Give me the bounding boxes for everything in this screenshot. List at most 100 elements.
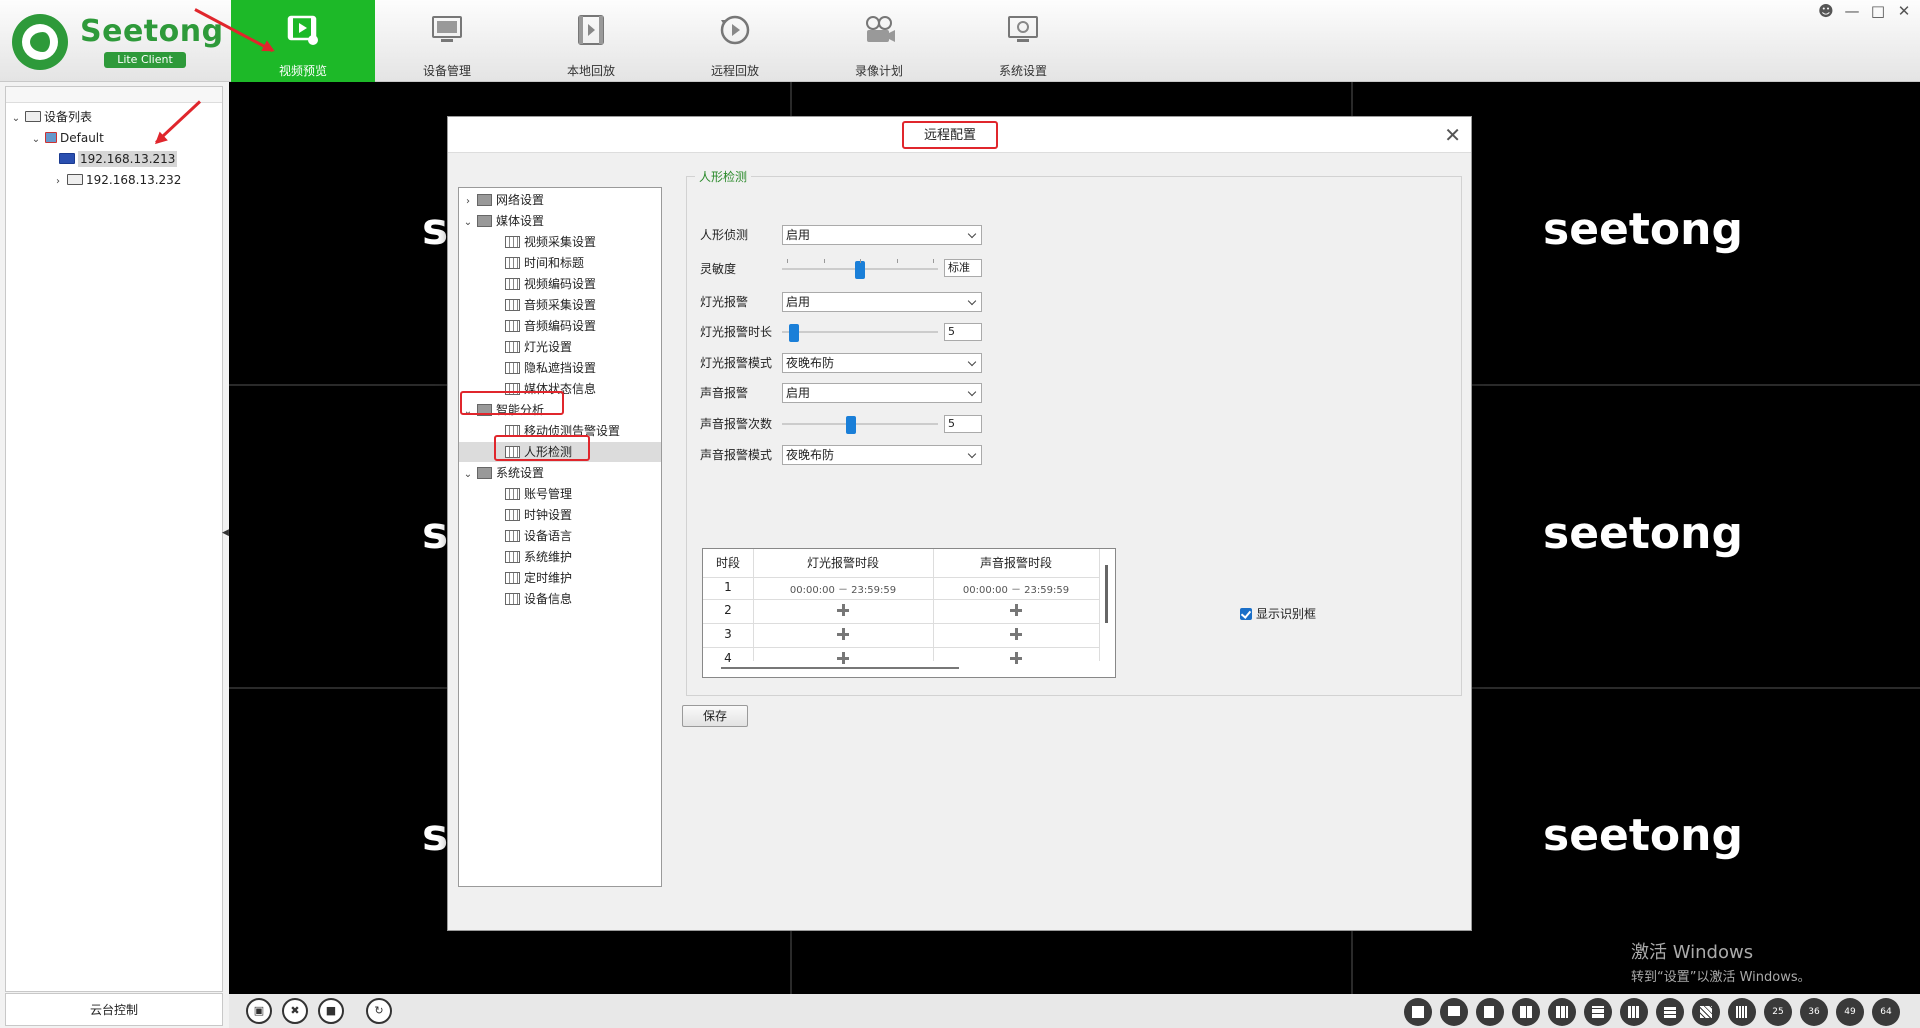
layout-13-icon[interactable] (1692, 998, 1720, 1026)
layout-10-icon[interactable] (1656, 998, 1684, 1026)
sensitivity-slider[interactable] (782, 259, 938, 279)
close-icon[interactable]: ✕ (1894, 2, 1914, 22)
sound-count-value[interactable]: 5 (944, 415, 982, 433)
slider-thumb[interactable] (789, 324, 799, 342)
camera-icon (59, 153, 75, 164)
sound-count-slider[interactable] (782, 414, 938, 434)
human-detect-select[interactable]: 启用 (782, 225, 982, 245)
light-duration-value[interactable]: 5 (944, 323, 982, 341)
light-alarm-select[interactable]: 启用 (782, 292, 982, 312)
nav-record-plan[interactable]: 录像计划 (807, 0, 951, 82)
layout-6-icon[interactable] (1548, 998, 1576, 1026)
config-tree-item[interactable]: 设备信息 (459, 589, 661, 609)
app-logo: Seetong Lite Client (12, 12, 223, 72)
expand-icon[interactable]: › (52, 172, 64, 192)
ptz-control-tab[interactable]: 云台控制 (5, 993, 223, 1026)
layout-49-button[interactable]: 49 (1836, 998, 1864, 1026)
checkbox-checked-icon[interactable] (1240, 608, 1252, 620)
minimize-icon[interactable]: — (1842, 2, 1862, 22)
slider-thumb[interactable] (846, 416, 856, 434)
table-vertical-scrollbar[interactable] (1105, 565, 1108, 623)
config-tree-item[interactable]: 视频采集设置 (459, 232, 661, 252)
tree-group-default[interactable]: ⌄ Default (30, 128, 104, 148)
nav-label: 录像计划 (854, 64, 903, 78)
tree-device-2[interactable]: › 192.168.13.232 (52, 170, 181, 190)
setting-grid-icon (505, 488, 520, 500)
sound-count-label: 声音报警次数 (700, 417, 773, 431)
layout-4-icon[interactable] (1512, 998, 1540, 1026)
refresh-icon[interactable]: ↻ (366, 998, 392, 1024)
add-sound-period-button[interactable] (933, 604, 1099, 619)
layout-9-icon[interactable] (1620, 998, 1648, 1026)
nav-label: 视频预览 (278, 64, 327, 78)
expand-icon[interactable]: › (461, 192, 475, 212)
light-alarm-label: 灯光报警 (700, 295, 749, 309)
light-duration-slider[interactable] (782, 322, 938, 342)
sensitivity-label: 灵敏度 (700, 262, 737, 276)
collapse-handle-icon[interactable]: ◀ (222, 528, 229, 538)
tree-device-1[interactable]: 192.168.13.213 (56, 149, 178, 169)
table-horizontal-scrollbar[interactable] (721, 667, 959, 669)
dialog-title-bar[interactable]: 远程配置 ✕ (448, 117, 1471, 153)
show-detect-box-checkbox[interactable]: 显示识别框 (1240, 606, 1316, 622)
nav-remote-playback[interactable]: 远程回放 (663, 0, 807, 82)
sound-period-cell[interactable]: 00:00:00 － 23:59:59 (933, 581, 1099, 596)
slider-thumb[interactable] (855, 261, 865, 279)
layout-25-button[interactable]: 25 (1764, 998, 1792, 1026)
config-tree-item[interactable]: 音频编码设置 (459, 316, 661, 336)
fit-icon[interactable]: ✖ (282, 998, 308, 1024)
expand-icon[interactable]: ⌄ (461, 465, 475, 485)
config-tree-item[interactable]: ⌄ 系统设置 (461, 463, 661, 483)
layout-2-icon[interactable] (1440, 998, 1468, 1026)
expand-icon[interactable]: ⌄ (461, 213, 475, 233)
config-tree-item[interactable]: 定时维护 (459, 568, 661, 588)
stop-icon[interactable]: ■ (318, 998, 344, 1024)
system-settings-icon (1008, 16, 1038, 42)
nav-system-settings[interactable]: 系统设置 (951, 0, 1095, 82)
light-mode-select[interactable]: 夜晚布防 (782, 353, 982, 373)
layout-16-icon[interactable] (1728, 998, 1756, 1026)
config-tree-item[interactable]: 时钟设置 (459, 505, 661, 525)
setting-grid-icon (505, 236, 520, 248)
activation-line1: 激活 Windows (1631, 942, 1754, 963)
user-icon[interactable]: ☻ (1816, 2, 1836, 22)
setting-grid-icon (505, 593, 520, 605)
add-light-period-button[interactable] (753, 628, 933, 643)
light-period-cell[interactable]: 00:00:00 － 23:59:59 (753, 581, 933, 596)
sensitivity-value[interactable]: 标准 (944, 259, 982, 277)
config-tree-item[interactable]: 设备语言 (459, 526, 661, 546)
layout-36-button[interactable]: 36 (1800, 998, 1828, 1026)
config-tree-item[interactable]: 音频采集设置 (459, 295, 661, 315)
config-tree-item[interactable]: 时间和标题 (459, 253, 661, 273)
expand-icon[interactable]: ⌄ (10, 109, 22, 129)
add-sound-period-button[interactable] (933, 628, 1099, 643)
fullscreen-icon[interactable]: ▣ (246, 998, 272, 1024)
save-button[interactable]: 保存 (682, 705, 748, 727)
config-tree-item[interactable]: 视频编码设置 (459, 274, 661, 294)
add-light-period-button[interactable] (753, 652, 933, 667)
slider-tick (860, 259, 861, 263)
tree-label: 192.168.13.213 (78, 151, 178, 167)
layout-2v-icon[interactable] (1476, 998, 1504, 1026)
layout-1-icon[interactable] (1404, 998, 1432, 1026)
add-sound-period-button[interactable] (933, 652, 1099, 667)
nav-device-manage[interactable]: 设备管理 (375, 0, 519, 82)
sidebar-search[interactable] (6, 87, 222, 103)
expand-icon[interactable]: ⌄ (30, 130, 42, 150)
config-tree-item[interactable]: › 网络设置 (461, 190, 661, 210)
maximize-icon[interactable]: □ (1868, 2, 1888, 22)
config-tree-item[interactable]: ⌄ 媒体设置 (461, 211, 661, 231)
nav-local-playback[interactable]: 本地回放 (519, 0, 663, 82)
tree-root[interactable]: ⌄ 设备列表 (10, 107, 92, 127)
sound-alarm-select[interactable]: 启用 (782, 383, 982, 403)
dialog-close-icon[interactable]: ✕ (1444, 123, 1461, 147)
add-light-period-button[interactable] (753, 604, 933, 619)
layout-8-icon[interactable] (1584, 998, 1612, 1026)
config-tree-item[interactable]: 隐私遮挡设置 (459, 358, 661, 378)
config-tree-item[interactable]: 灯光设置 (459, 337, 661, 357)
sound-mode-select[interactable]: 夜晚布防 (782, 445, 982, 465)
config-tree-item[interactable]: 账号管理 (459, 484, 661, 504)
plus-icon (1010, 628, 1022, 640)
layout-64-button[interactable]: 64 (1872, 998, 1900, 1026)
config-tree-item[interactable]: 系统维护 (459, 547, 661, 567)
